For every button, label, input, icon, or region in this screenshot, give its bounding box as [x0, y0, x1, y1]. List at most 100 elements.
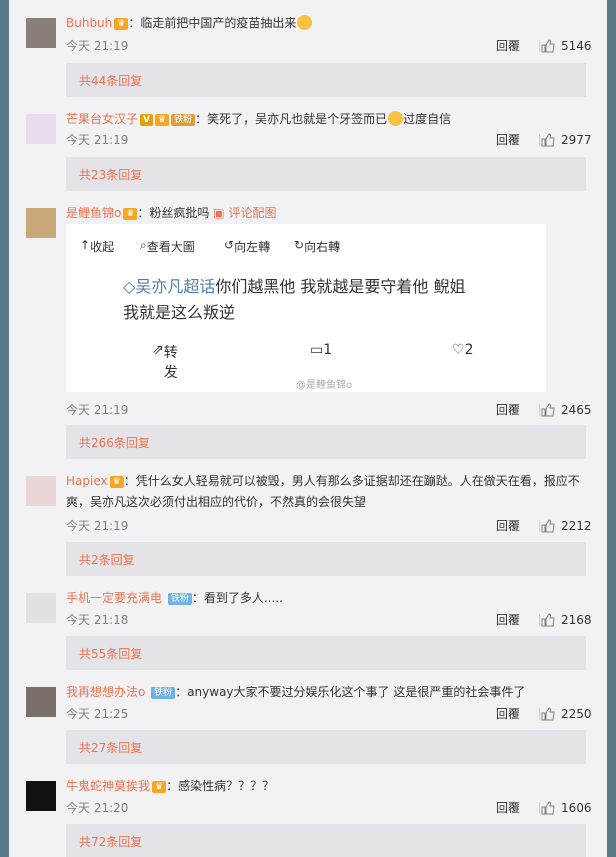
like-count: 5146	[561, 39, 592, 53]
comment-time: 今天 21:19	[66, 403, 129, 417]
avatar[interactable]	[26, 18, 56, 48]
reply-button[interactable]: 回覆	[496, 800, 520, 816]
thumbs-up-emoji-icon	[297, 15, 313, 30]
replies-link[interactable]: 共55条回复	[66, 636, 586, 670]
avatar[interactable]	[26, 687, 56, 717]
comment-author[interactable]: 牛鬼蛇神莫挨我	[66, 779, 150, 793]
rotate-right-button[interactable]: ↻ 向右轉	[294, 238, 340, 254]
replies-link[interactable]: 共2条回复	[66, 542, 586, 576]
like-button[interactable]: 2250	[541, 706, 592, 722]
comment-author[interactable]: Hapiex	[66, 474, 108, 488]
comments-panel: Buhbuh ♛ ：临走前把中国产的疫苗抽出来 今天 21:19 回覆 5146 共…	[9, 0, 607, 857]
comment-text: ：粉丝疯批吗	[137, 206, 210, 220]
comment-author[interactable]: Buhbuh	[66, 16, 112, 30]
like-count: 2250	[561, 707, 592, 721]
vip-icon: ♛	[109, 476, 124, 488]
image-watermark: @是鲤鱼锦o	[296, 380, 353, 391]
comment-image-link[interactable]: ▣ 评论配图	[213, 206, 276, 220]
replies-count: 共44条回复	[79, 74, 143, 88]
repost-action: ⇗ 转发	[152, 342, 178, 381]
divider	[539, 708, 540, 720]
comment-text: ：临走前把中国产的疫苗抽出来	[128, 16, 297, 30]
like-count: 2212	[561, 519, 592, 533]
reply-button[interactable]: 回覆	[496, 38, 520, 54]
comment-action: ▭ 1	[310, 342, 333, 358]
divider	[539, 404, 540, 416]
reply-button[interactable]: 回覆	[496, 518, 520, 534]
collapse-label: 收起	[90, 240, 115, 254]
comment-image-label: 评论配图	[228, 206, 277, 220]
image-post-actions: ⇗ 转发 ▭ 1 ♡ 2	[136, 342, 496, 381]
reply-button[interactable]: 回覆	[496, 132, 520, 148]
comment-text-tail: 过度自信	[403, 112, 452, 126]
avatar[interactable]	[26, 114, 56, 144]
vip-icon: ♛	[114, 18, 129, 30]
replies-link[interactable]: 共27条回复	[66, 730, 586, 764]
comment-author[interactable]: 是鲤鱼锦o	[66, 206, 121, 220]
like-button[interactable]: 2465	[541, 402, 592, 418]
comment-author[interactable]: 手机一定要充满电	[66, 591, 162, 605]
like-button[interactable]: 5146	[541, 38, 592, 54]
like-button[interactable]: 2977	[541, 132, 592, 148]
comment-image[interactable]: ◇吴亦凡超话你们越黑他 我就越是要守着他 鲵姐 我就是这么叛逆 ⇗ 转发 ▭ 1…	[66, 256, 546, 392]
fan-badge: 铁粉	[171, 114, 196, 126]
avatar[interactable]	[26, 781, 56, 811]
replies-count: 共72条回复	[79, 835, 143, 849]
topic-tag: ◇吴亦凡超话	[123, 277, 216, 296]
replies-link[interactable]: 共72条回复	[66, 824, 586, 857]
like-action: ♡ 2	[452, 342, 474, 358]
comment-time: 今天 21:25	[66, 707, 129, 721]
comment-text: ：笑死了，吴亦凡也就是个牙签而已	[195, 112, 388, 126]
like-button[interactable]: 2212	[541, 518, 592, 534]
rotate-left-label: 向左轉	[234, 240, 271, 254]
comment-author[interactable]: 芒果台女汉子	[66, 112, 138, 126]
divider	[539, 614, 540, 626]
replies-count: 共266条回复	[79, 436, 150, 450]
fan-badge: 铁粉	[167, 593, 192, 605]
avatar[interactable]	[26, 593, 56, 623]
comment-text: ：看到了多人.....	[191, 591, 283, 605]
rotate-left-button[interactable]: ↺ 向左轉	[224, 238, 270, 254]
thumbs-up-icon	[541, 39, 555, 53]
replies-link[interactable]: 共23条回复	[66, 157, 586, 191]
view-large-button[interactable]: ⌕ 查看大圖	[140, 238, 195, 254]
image-post-text: ◇吴亦凡超话你们越黑他 我就越是要守着他 鲵姐 我就是这么叛逆	[123, 274, 543, 326]
verified-badge: V	[140, 114, 153, 126]
like-count: 2168	[561, 613, 592, 627]
like-button[interactable]: 2168	[541, 612, 592, 628]
image-post-line2: 我就是这么叛逆	[123, 303, 236, 322]
comment-time: 今天 21:19	[66, 519, 129, 533]
comment-text: ：感染性病？？？？	[166, 779, 275, 793]
replies-count: 共55条回复	[79, 647, 143, 661]
reply-button[interactable]: 回覆	[496, 402, 520, 418]
thumbs-up-icon	[541, 801, 555, 815]
image-icon: ▣	[213, 206, 225, 220]
reply-button[interactable]: 回覆	[496, 706, 520, 722]
avatar[interactable]	[26, 476, 56, 506]
like-count: 2977	[561, 133, 592, 147]
comment-text-line2: 爽，吴亦凡这次必须付出相应的代价，不然真的会很失望	[66, 495, 367, 509]
divider	[539, 520, 540, 532]
cat-face-emoji-icon	[388, 111, 404, 126]
comment-author[interactable]: 我再想想办法o	[66, 685, 145, 699]
like-button[interactable]: 1606	[541, 800, 592, 816]
avatar[interactable]	[26, 208, 56, 238]
divider	[539, 134, 540, 146]
vip-icon: ♛	[152, 781, 167, 793]
divider	[539, 40, 540, 52]
rotate-right-label: 向右轉	[304, 240, 341, 254]
comment-text: ：anyway大家不要过分娱乐化这个事了 这是很严重的社会事件了	[175, 685, 526, 699]
comment-time: 今天 21:18	[66, 613, 129, 627]
thumbs-up-icon	[541, 707, 555, 721]
comment-time: 今天 21:20	[66, 801, 129, 815]
thumbs-up-icon	[541, 519, 555, 533]
fan-badge: 铁粉	[151, 687, 176, 699]
thumbs-up-icon	[541, 133, 555, 147]
comment-time: 今天 21:19	[66, 133, 129, 147]
vip-icon: ♛	[154, 114, 170, 126]
replies-link[interactable]: 共266条回复	[66, 425, 586, 459]
replies-count: 共23条回复	[79, 168, 143, 182]
collapse-button[interactable]: ↑ 收起	[80, 238, 114, 254]
replies-link[interactable]: 共44条回复	[66, 63, 586, 97]
reply-button[interactable]: 回覆	[496, 612, 520, 628]
